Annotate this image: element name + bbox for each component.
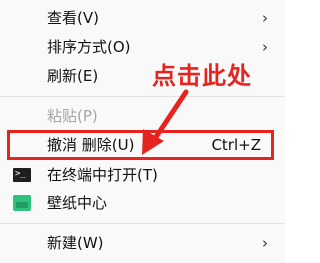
annotation-arrow-icon bbox=[142, 89, 189, 155]
